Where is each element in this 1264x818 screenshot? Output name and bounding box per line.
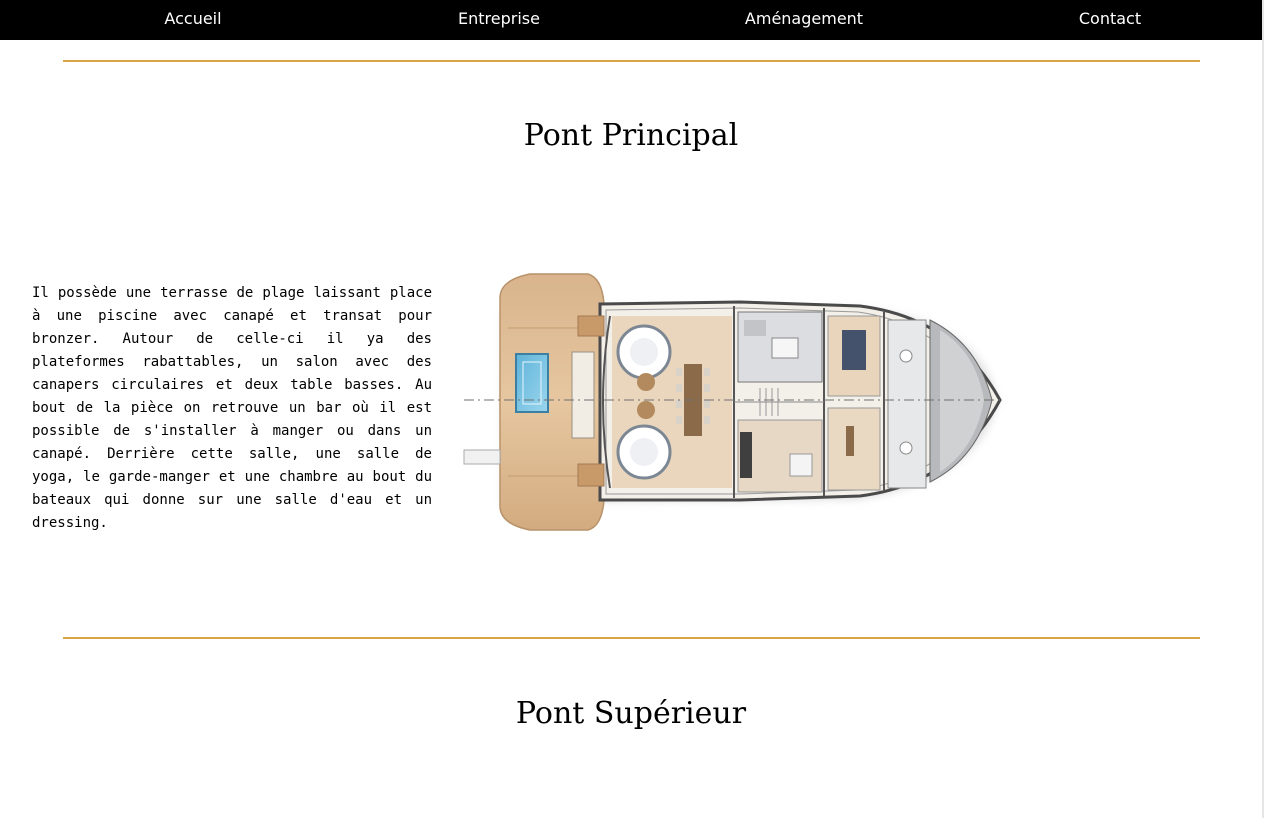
section-divider-top: [63, 60, 1200, 62]
nav-link-amenagement[interactable]: Aménagement: [745, 0, 863, 40]
deck-plan-image: [463, 273, 1002, 531]
section-title-pont-principal: Pont Principal: [523, 118, 739, 153]
top-navigation: Accueil Entreprise Aménagement Contact: [0, 0, 1262, 40]
pont-principal-description: Il possède une terrasse de plage laissan…: [32, 285, 432, 531]
nav-link-contact[interactable]: Contact: [1079, 0, 1141, 40]
nav-link-accueil[interactable]: Accueil: [164, 0, 221, 40]
section-title-pont-superieur: Pont Supérieur: [515, 696, 747, 731]
section-divider-bottom: [63, 637, 1200, 639]
nav-link-entreprise[interactable]: Entreprise: [458, 0, 540, 40]
